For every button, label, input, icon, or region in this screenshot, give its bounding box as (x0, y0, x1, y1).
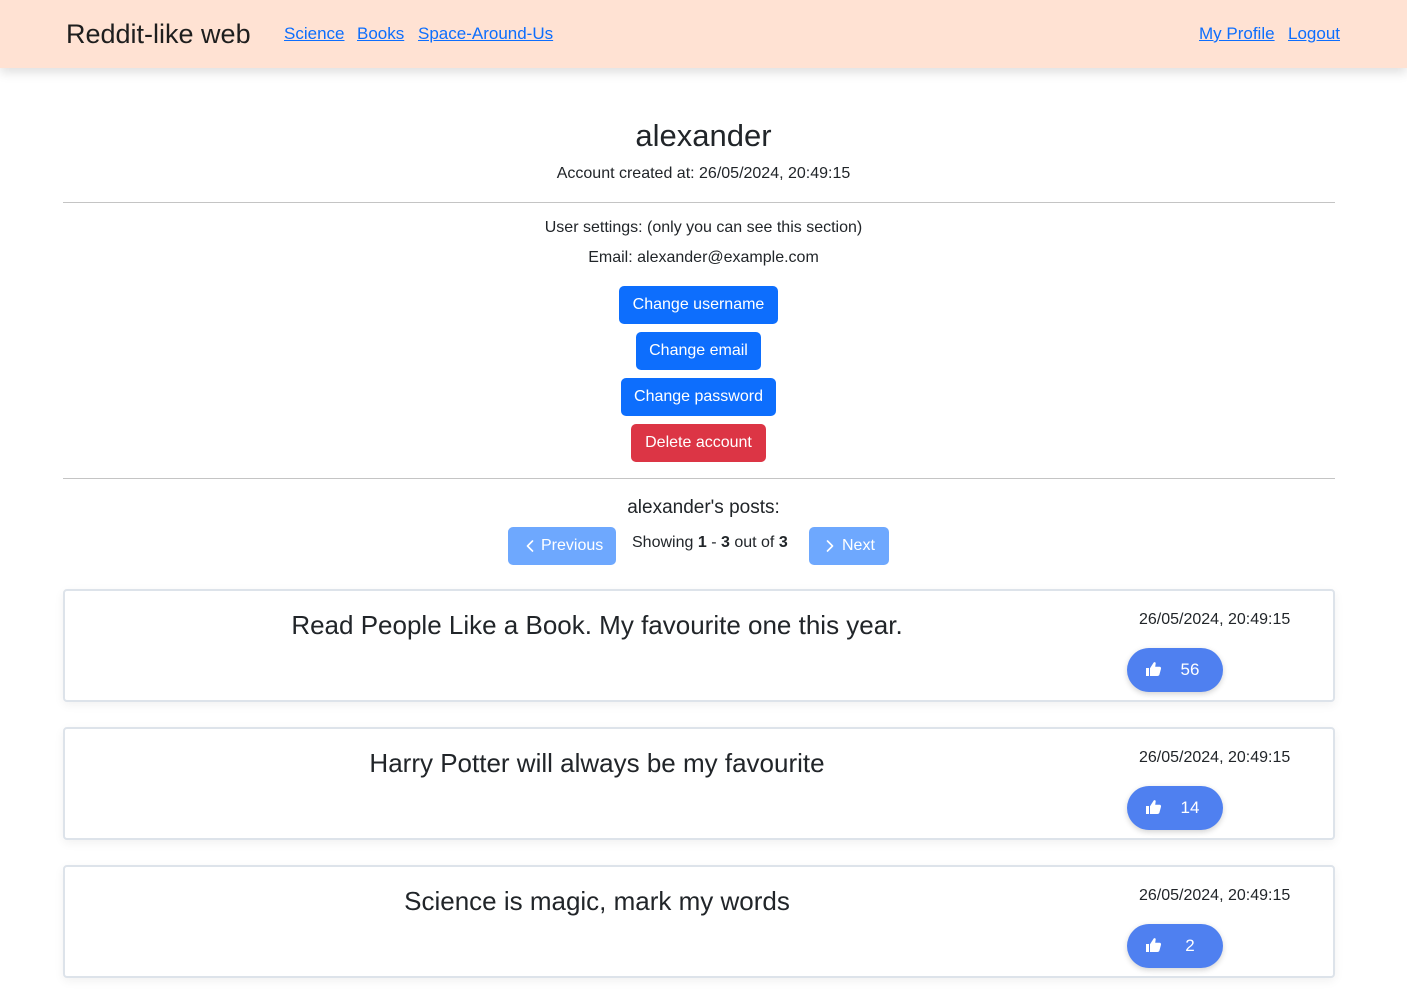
nav-link-space-around-us[interactable]: Space-Around-Us (418, 24, 553, 44)
delete-account-button[interactable]: Delete account (631, 424, 766, 462)
like-count: 56 (1180, 660, 1200, 679)
previous-label: Previous (541, 537, 604, 554)
post-card[interactable]: Read People Like a Book. My favourite on… (63, 589, 1335, 702)
change-password-button[interactable]: Change password (621, 378, 776, 416)
post-card[interactable]: Harry Potter will always be my favourite… (63, 727, 1335, 840)
change-username-button[interactable]: Change username (619, 286, 778, 324)
logout-link[interactable]: Logout (1288, 24, 1340, 44)
navbar: Reddit-like web Science Books Space-Arou… (0, 0, 1407, 68)
nav-link-books[interactable]: Books (357, 24, 404, 44)
post-title[interactable]: Science is magic, mark my words (65, 885, 1129, 917)
next-page-button[interactable]: Next (809, 527, 889, 565)
thumbs-up-icon (1146, 938, 1162, 952)
my-profile-link[interactable]: My Profile (1199, 24, 1275, 44)
user-email: Email: alexander@example.com (588, 249, 819, 266)
like-button[interactable]: 56 (1127, 648, 1223, 692)
like-button[interactable]: 14 (1127, 786, 1223, 830)
user-settings-title: User settings: (only you can see this se… (544, 219, 863, 236)
post-date: 26/05/2024, 20:49:15 (1139, 887, 1291, 904)
pagination-status: Showing 1 - 3 out of 3 (632, 534, 788, 551)
chevron-right-icon (826, 540, 834, 552)
divider (63, 202, 1335, 203)
previous-page-button[interactable]: Previous (508, 527, 616, 565)
brand-logo[interactable]: Reddit-like web (66, 16, 251, 52)
next-label: Next (842, 537, 875, 554)
post-date: 26/05/2024, 20:49:15 (1139, 611, 1291, 628)
thumbs-up-icon (1146, 800, 1162, 814)
account-created-text: Account created at: 26/05/2024, 20:49:15 (556, 165, 851, 182)
like-count: 2 (1185, 936, 1195, 955)
post-date: 26/05/2024, 20:49:15 (1139, 749, 1291, 766)
thumbs-up-icon (1146, 662, 1162, 676)
post-title[interactable]: Harry Potter will always be my favourite (65, 747, 1129, 779)
posts-section-title: alexander's posts: (627, 497, 780, 518)
change-email-button[interactable]: Change email (636, 332, 761, 370)
nav-link-science[interactable]: Science (284, 24, 344, 44)
post-title[interactable]: Read People Like a Book. My favourite on… (65, 609, 1129, 641)
post-card[interactable]: Science is magic, mark my words 26/05/20… (63, 865, 1335, 978)
like-count: 14 (1180, 798, 1200, 817)
like-button[interactable]: 2 (1127, 924, 1223, 968)
divider (63, 478, 1335, 479)
profile-username: alexander (635, 118, 772, 153)
chevron-left-icon (526, 540, 534, 552)
